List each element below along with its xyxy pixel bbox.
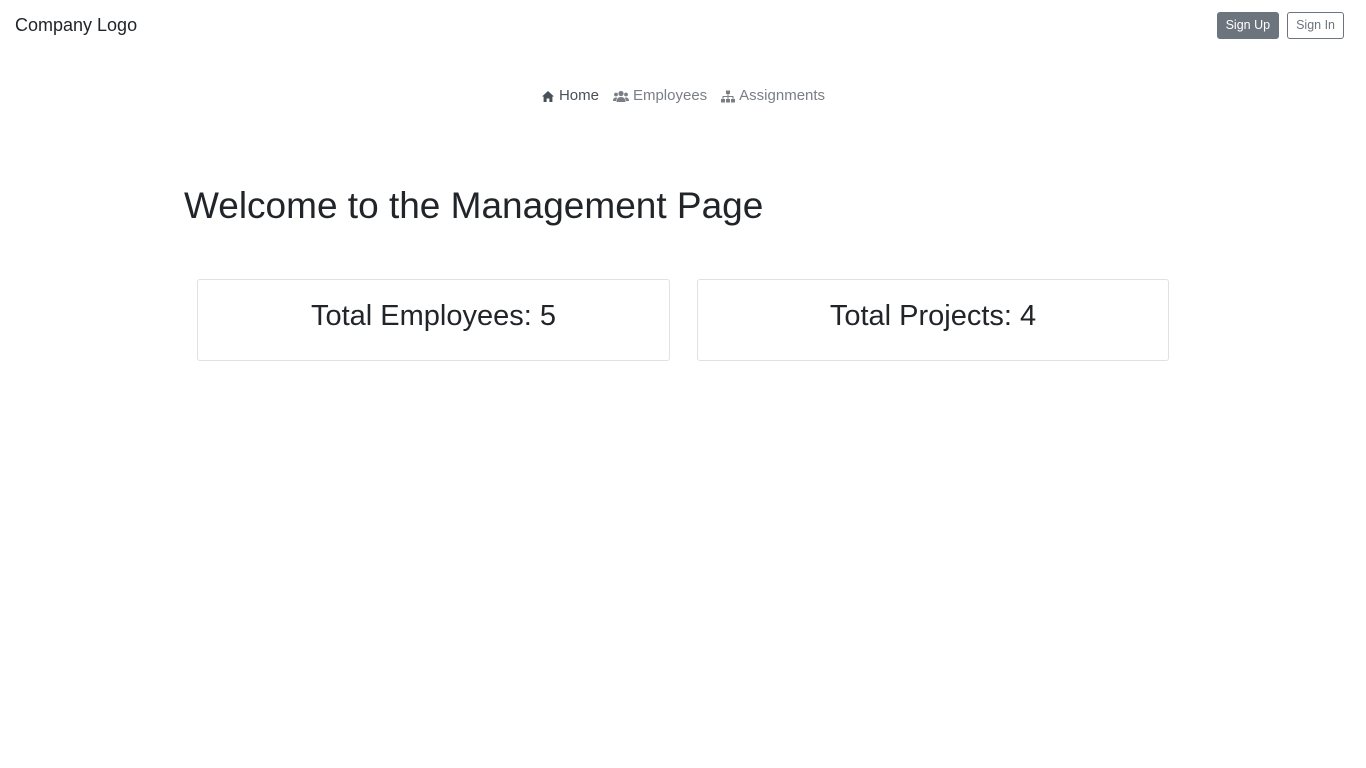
- nav-item-label: Employees: [632, 87, 708, 104]
- sitemap-icon: [721, 89, 736, 103]
- page: Company Logo Sign Up Sign In Home Employ…: [0, 0, 1366, 768]
- nav-item-employees[interactable]: Employees: [612, 86, 708, 106]
- nav-item-label: Assignments: [739, 87, 826, 104]
- company-logo[interactable]: Company Logo: [15, 13, 137, 37]
- page-title: Welcome to the Management Page: [184, 185, 764, 226]
- nav-item-label: Home: [558, 87, 599, 104]
- nav-item-assignments[interactable]: Assignments: [721, 86, 825, 106]
- users-icon: [612, 89, 629, 103]
- stat-card-label: Total Projects: 4: [829, 300, 1037, 332]
- main-nav: Home Employees Assignments: [0, 86, 1366, 106]
- stat-card-label: Total Employees: 5: [310, 300, 556, 332]
- auth-buttons: Sign Up Sign In: [1216, 12, 1344, 39]
- stat-card-projects: Total Projects: 4: [697, 279, 1169, 361]
- sign-in-button[interactable]: Sign In: [1287, 12, 1344, 39]
- nav-item-home[interactable]: Home: [541, 86, 599, 106]
- stat-card-employees: Total Employees: 5: [197, 279, 670, 361]
- sign-up-button[interactable]: Sign Up: [1216, 12, 1280, 39]
- home-icon: [541, 89, 555, 103]
